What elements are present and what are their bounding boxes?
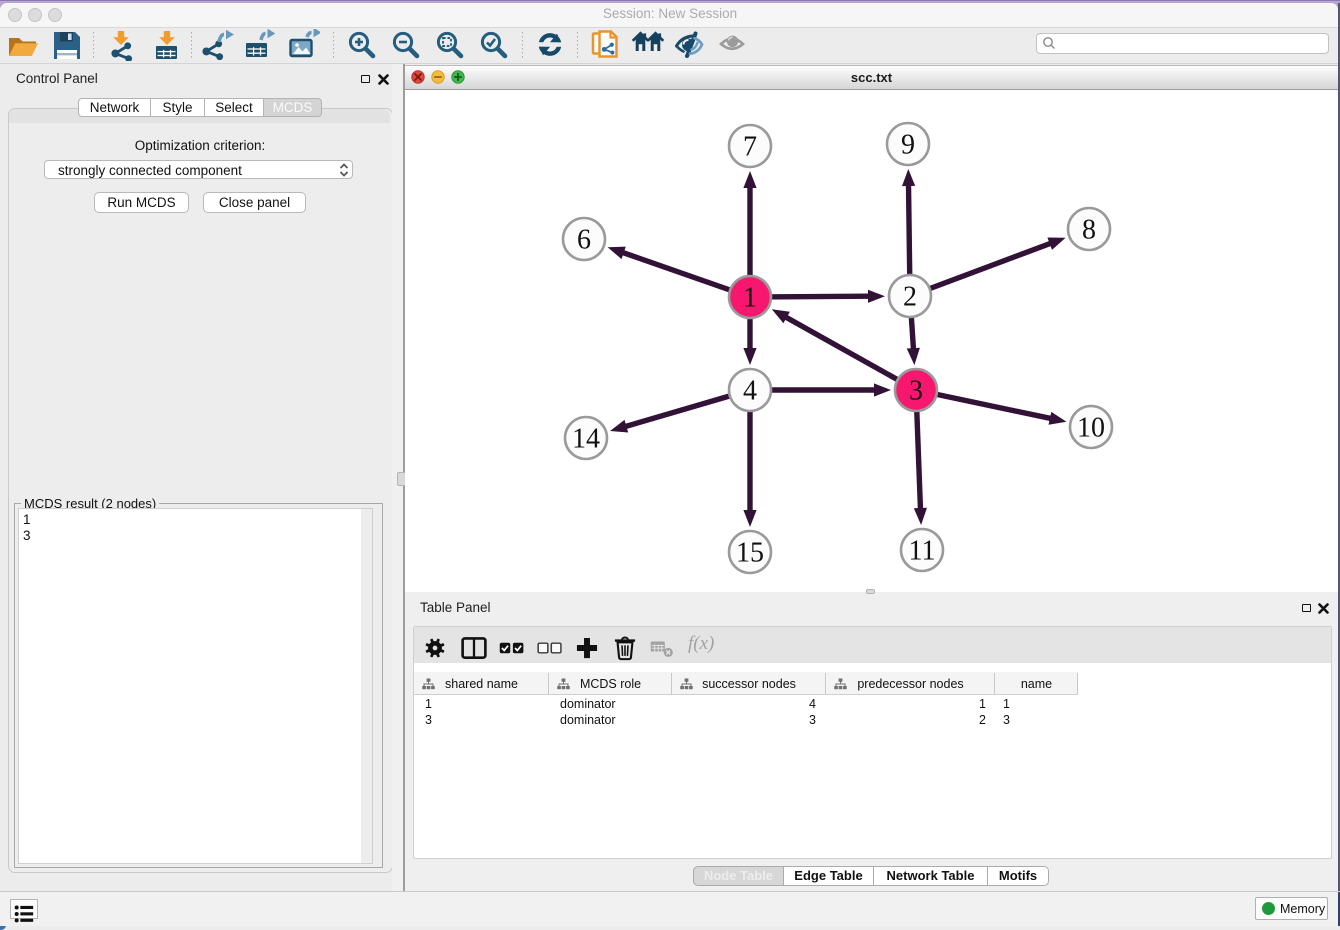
svg-text:2: 2 [903,282,917,313]
svg-text:1: 1 [743,283,757,314]
svg-text:6: 6 [577,225,591,256]
svg-text:8: 8 [1082,215,1096,246]
svg-text:14: 14 [572,424,600,455]
svg-text:15: 15 [736,538,764,569]
svg-text:11: 11 [909,536,936,567]
svg-text:4: 4 [743,376,757,407]
svg-text:9: 9 [901,130,915,161]
svg-text:7: 7 [743,132,757,163]
svg-text:10: 10 [1077,413,1105,444]
svg-text:3: 3 [909,376,923,407]
